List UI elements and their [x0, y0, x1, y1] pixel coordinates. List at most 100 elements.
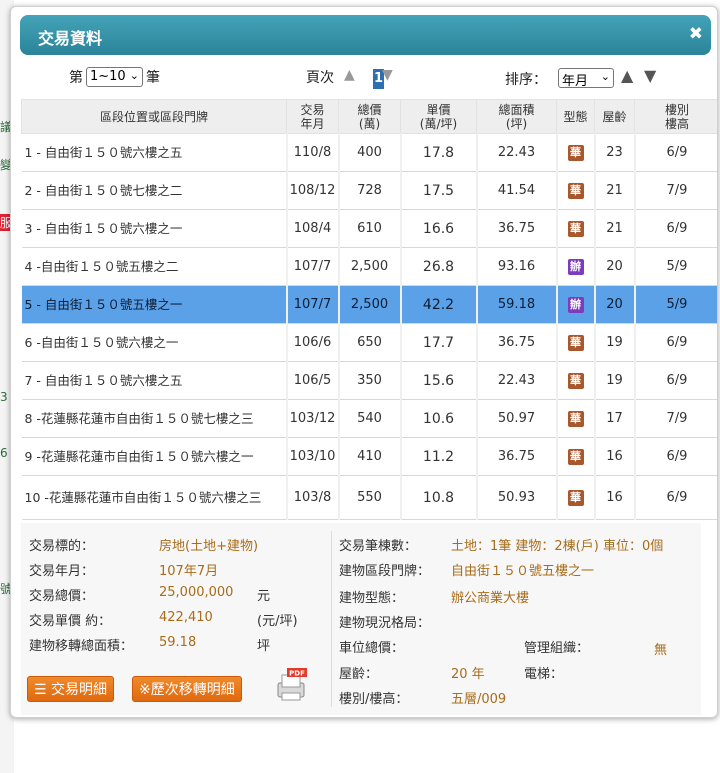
column-header[interactable]: 單價 (萬/坪) — [400, 99, 477, 134]
unit-price-cell: 16.6 — [400, 209, 478, 248]
table-row[interactable]: 2 - 自由街１５０號七樓之二 108/12 728 17.5 41.54 華 21 7/9 — [21, 171, 717, 210]
sort-label: 排序： — [505, 72, 547, 88]
details-divider — [331, 531, 332, 707]
total-price-cell: 540 — [338, 399, 402, 438]
sort-descending-icon[interactable]: ▼ — [644, 66, 656, 85]
address-cell: 4 -自由街１５０號五樓之二 — [21, 247, 288, 286]
column-header[interactable]: 型態 — [556, 99, 595, 134]
age-cell: 19 — [594, 323, 636, 362]
management-label: 管理組織： — [524, 641, 590, 656]
page-range-select[interactable]: 1~10 ⌄ — [86, 67, 143, 87]
table-row[interactable]: 7 - 自由街１５０號六樓之五 106/5 350 15.6 22.43 華 19 6/9 — [21, 361, 717, 400]
unit-price-value: 422,410 — [159, 610, 213, 625]
type-badge: 華 — [567, 448, 584, 465]
type-cell: 華 — [556, 323, 596, 362]
background-text: 3 — [0, 390, 8, 404]
floor-cell: 6/9 — [634, 133, 717, 172]
table-row[interactable]: 5 - 自由街１５０號五樓之一 107/7 2,500 42.2 59.18 辦 20 5/9 — [21, 285, 717, 324]
total-price-value: 25,000,000 — [159, 585, 234, 600]
page-next-icon[interactable]: ▼ — [382, 67, 393, 83]
sort-select[interactable]: 年月 ⌄ — [558, 68, 614, 89]
floor-cell: 6/9 — [634, 209, 717, 248]
page-label: 頁次 — [306, 70, 334, 86]
year-month-cell: 107/7 — [286, 247, 340, 286]
type-badge: 華 — [567, 372, 584, 389]
column-header[interactable]: 總價 (萬) — [338, 99, 401, 134]
pdf-icon-text: PDF — [289, 670, 305, 678]
type-cell: 華 — [556, 437, 596, 476]
column-header[interactable]: 屋齡 — [594, 99, 635, 134]
total-price-cell: 2,500 — [338, 247, 402, 286]
address-cell: 2 - 自由街１５０號七樓之二 — [21, 171, 288, 210]
address-cell: 6 -自由街１５０號六樓之一 — [21, 323, 288, 362]
table-row[interactable]: 6 -自由街１５０號六樓之一 106/6 650 17.7 36.75 華 19 6/9 — [21, 323, 717, 362]
table-row[interactable]: 8 -花蓮縣花蓮市自由街１５０號七樓之三 103/12 540 10.6 50.97 華 1… — [21, 399, 717, 438]
transaction-detail-button-label: 交易明細 — [51, 682, 108, 698]
unit-price-cell: 11.2 — [400, 437, 478, 476]
table-row[interactable]: 1 - 自由街１５０號六樓之五 110/8 400 17.8 22.43 華 23 6/9 — [21, 133, 717, 172]
total-price-cell: 350 — [338, 361, 402, 400]
total-price-label: 交易總價： — [29, 589, 95, 604]
unit-price-cell: 42.2 — [400, 285, 478, 324]
total-price-unit: 元 — [257, 589, 271, 604]
transaction-details-panel: 交易標的： 房地(土地+建物) 交易年月： 107年7月 交易總價： 25,00… — [21, 523, 701, 715]
age-cell: 23 — [594, 133, 636, 172]
column-header[interactable]: 樓別 樓高 — [634, 99, 717, 134]
target-label: 交易標的： — [29, 539, 95, 554]
column-header[interactable]: 交易 年月 — [286, 99, 339, 134]
count-label: 交易筆棟數： — [339, 539, 418, 554]
transfer-history-button[interactable]: ※歷次移轉明細 — [132, 676, 242, 702]
age-label: 屋齡： — [339, 667, 379, 682]
year-month-label: 交易年月： — [29, 564, 95, 579]
table-row[interactable]: 10 -花蓮縣花蓮市自由街１５０號六樓之三 103/8 550 10.8 50.93 華 1… — [21, 475, 717, 520]
total-price-cell: 550 — [338, 475, 402, 520]
table-row[interactable]: 3 - 自由街１５０號六樓之一 108/4 610 16.6 36.75 華 21 6/9 — [21, 209, 717, 248]
floor-cell: 7/9 — [634, 399, 717, 438]
year-month-cell: 103/12 — [286, 399, 340, 438]
building-area-value: 59.18 — [159, 635, 197, 650]
year-month-cell: 108/12 — [286, 171, 340, 210]
transaction-detail-button[interactable]: ☰ 交易明細 — [27, 676, 115, 702]
chevron-down-icon: ⌄ — [600, 70, 610, 83]
floor-cell: 6/9 — [634, 361, 717, 400]
age-cell: 21 — [594, 209, 636, 248]
management-value: 無 — [654, 643, 668, 658]
address-cell: 7 - 自由街１５０號六樓之五 — [21, 361, 288, 400]
total-price-cell: 410 — [338, 437, 402, 476]
year-month-cell: 103/10 — [286, 437, 340, 476]
age-cell: 21 — [594, 171, 636, 210]
dialog-title: 交易資料 — [38, 29, 103, 48]
age-cell: 17 — [594, 399, 636, 438]
year-month-cell: 107/7 — [286, 285, 340, 324]
table-row[interactable]: 4 -自由街１５０號五樓之二 107/7 2,500 26.8 93.16 辦 20 5/9 — [21, 247, 717, 286]
column-header[interactable]: 區段位置或區段門牌 — [21, 99, 287, 134]
area-cell: 50.97 — [476, 399, 558, 438]
age-value: 20 年 — [451, 667, 485, 682]
table-row[interactable]: 9 -花蓮縣花蓮市自由街１５０號六樓之一 103/10 410 11.2 36.75 華 1… — [21, 437, 717, 476]
elevator-label: 電梯： — [524, 667, 564, 682]
year-month-cell: 106/5 — [286, 361, 340, 400]
total-price-cell: 2,500 — [338, 285, 402, 324]
sort-ascending-icon[interactable]: ▲ — [621, 66, 633, 85]
area-cell: 41.54 — [476, 171, 558, 210]
area-cell: 36.75 — [476, 323, 558, 362]
page-prev-icon[interactable]: ▲ — [344, 67, 355, 83]
transaction-dialog: 交易資料 ✖ 第 1~10 ⌄ 筆 頁次 ▲ 1 ▼ 排序： 年月 ⌄ ▲ ▼ … — [10, 6, 718, 718]
type-badge: 華 — [567, 410, 584, 427]
close-icon[interactable]: ✖ — [689, 24, 703, 44]
type-cell: 華 — [556, 209, 596, 248]
type-badge: 華 — [567, 334, 584, 351]
list-icon: ☰ — [34, 682, 52, 698]
age-cell: 20 — [594, 247, 636, 286]
pdf-print-icon[interactable]: PDF — [273, 667, 307, 701]
transaction-table: 區段位置或區段門牌 交易 年月 總價 (萬) 單價 (萬/坪) 總面積 (坪) … — [21, 99, 717, 520]
type-badge: 華 — [567, 220, 584, 237]
background-text: 6 — [0, 446, 8, 460]
unit-price-cell: 26.8 — [400, 247, 478, 286]
column-header[interactable]: 總面積 (坪) — [476, 99, 557, 134]
layout-label: 建物現況格局： — [339, 616, 431, 631]
age-cell: 20 — [594, 285, 636, 324]
unit-price-cell: 17.8 — [400, 133, 478, 172]
floor-cell: 6/9 — [634, 323, 717, 362]
area-cell: 59.18 — [476, 285, 558, 324]
